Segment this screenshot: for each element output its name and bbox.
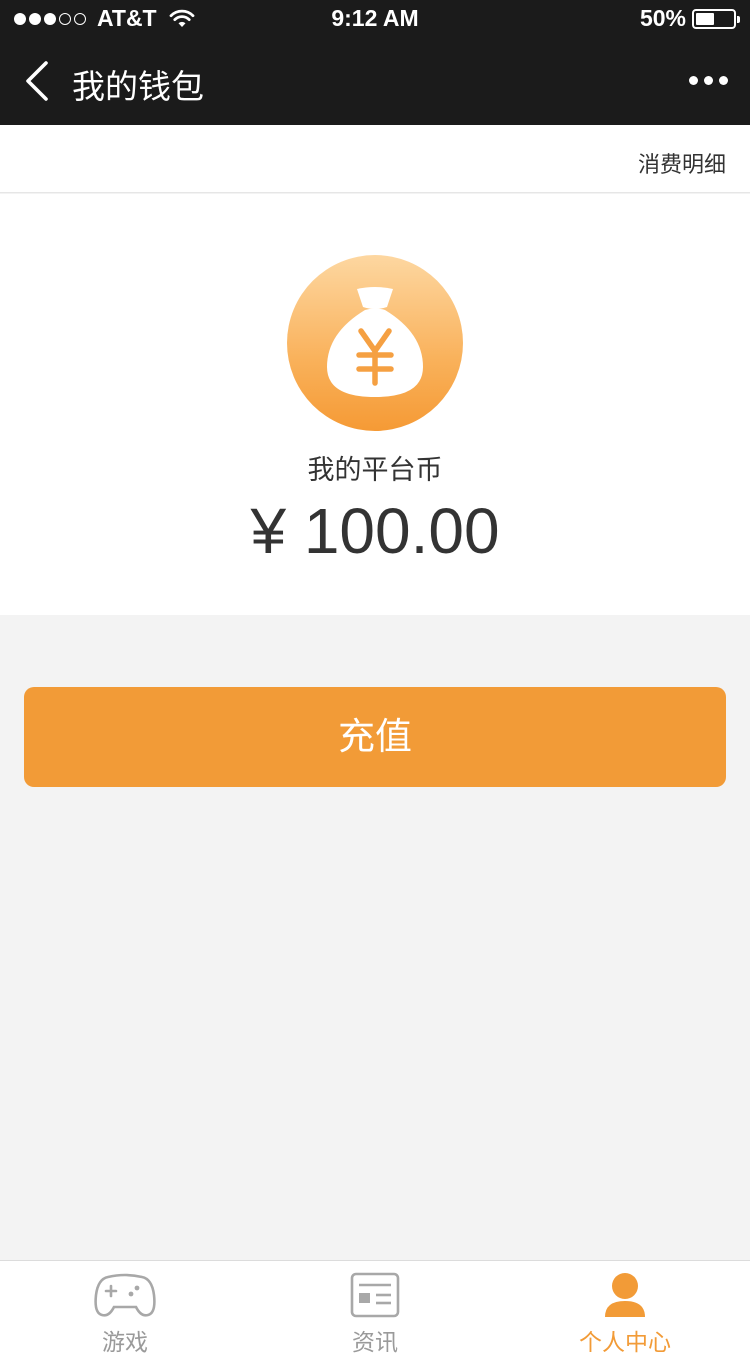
- news-icon: [350, 1272, 400, 1318]
- gamepad-icon: [94, 1273, 156, 1317]
- nav-bar: 我的钱包: [0, 36, 750, 125]
- platform-coin-label: 我的平台币: [307, 455, 443, 486]
- tab-bar: 游戏 资讯 个人中心: [0, 1260, 750, 1362]
- wallet-balance-card: 我的平台币 ¥ 100.00: [0, 194, 750, 615]
- tab-games[interactable]: 游戏: [0, 1261, 250, 1362]
- battery-percent: 50%: [639, 5, 686, 31]
- wallet-screen: AT&T 9:12 AM 50% 我的钱包 消费明细 我的平台币 ¥ 100.0…: [0, 0, 750, 1362]
- tab-label-games: 游戏: [102, 1330, 148, 1356]
- money-bag-yuan-icon: [287, 255, 463, 431]
- battery-icon: [692, 8, 740, 29]
- tab-personal-center[interactable]: 个人中心: [500, 1261, 750, 1362]
- more-dots-icon[interactable]: [683, 76, 728, 85]
- tab-news[interactable]: 资讯: [250, 1261, 500, 1362]
- sub-header: 消费明细: [0, 125, 750, 193]
- user-icon: [605, 1273, 645, 1317]
- tab-label-personal-center: 个人中心: [579, 1330, 671, 1356]
- tab-label-news: 资讯: [352, 1330, 398, 1356]
- status-bar: AT&T 9:12 AM 50%: [0, 0, 750, 36]
- status-right: 50%: [639, 5, 740, 32]
- clock: 9:12 AM: [331, 5, 419, 31]
- platform-coin-amount: ¥ 100.00: [250, 495, 500, 567]
- chevron-left-icon[interactable]: [22, 60, 50, 102]
- recharge-button[interactable]: 充值: [24, 687, 726, 787]
- page-title: 我的钱包: [72, 67, 204, 106]
- consumption-detail-link[interactable]: 消费明细: [638, 147, 726, 179]
